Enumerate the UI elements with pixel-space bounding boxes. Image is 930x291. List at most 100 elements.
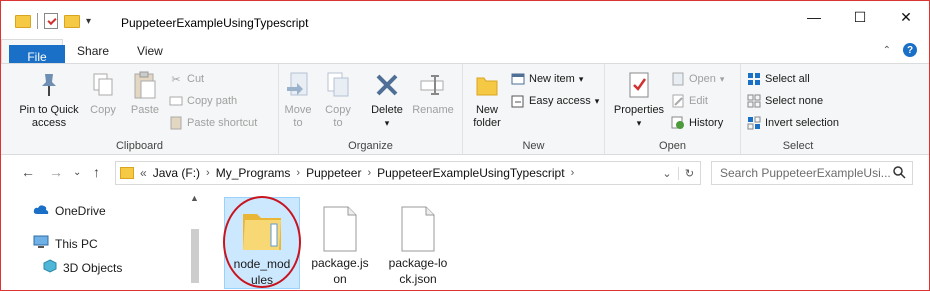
paste-icon [130, 70, 160, 100]
nav-item-label: 3D Objects [63, 260, 123, 275]
refresh-icon[interactable]: ↻ [678, 166, 700, 180]
invert-selection-label: Invert selection [765, 117, 839, 129]
help-icon[interactable]: ? [903, 43, 917, 57]
edit-label: Edit [689, 95, 708, 107]
select-group-label: Select [782, 140, 814, 152]
address-bar[interactable]: « Java (F:) › My_Programs › Puppeteer › … [115, 161, 701, 185]
clipboard-group: Pin to Quick access Copy Paste ✂ Cut Cop… [1, 64, 279, 155]
up-arrow-icon[interactable]: ↑ [93, 164, 100, 180]
open-group-label: Open [659, 140, 686, 152]
customize-qat-dropdown-icon[interactable]: ▾ [86, 16, 91, 27]
ribbon: Pin to Quick access Copy Paste ✂ Cut Cop… [1, 63, 929, 155]
file-name: package-lo [388, 256, 448, 270]
scroll-up-icon[interactable]: ▲ [190, 193, 199, 203]
scissors-icon: ✂ [171, 73, 181, 86]
rename-label: Rename [412, 104, 454, 116]
select-all-button[interactable]: Select all [747, 69, 810, 89]
select-none-button[interactable]: Select none [747, 91, 823, 111]
history-button[interactable]: History [671, 113, 723, 133]
history-icon [671, 116, 685, 130]
address-dropdown-icon[interactable]: ⌄ [656, 167, 678, 180]
pin-to-quick-access-button[interactable]: Pin to Quick access [13, 70, 85, 130]
easy-access-icon [511, 94, 525, 108]
properties-button[interactable]: Properties ▾ [611, 70, 667, 130]
open-button[interactable]: Open ▾ [671, 69, 724, 89]
new-folder-qat-icon[interactable] [64, 14, 80, 28]
delete-label: Delete [371, 104, 403, 116]
copy-to-icon [323, 70, 353, 100]
easy-access-button[interactable]: Easy access ▾ [511, 91, 599, 111]
chevron-up-icon[interactable]: ⌃ [883, 45, 891, 56]
copy-to-button[interactable]: Copy to [321, 70, 355, 130]
tab-view[interactable]: View [123, 39, 177, 63]
minimize-button[interactable]: — [791, 1, 837, 33]
nav-scrollbar[interactable]: ▲ [188, 191, 202, 290]
invert-selection-button[interactable]: Invert selection [747, 113, 839, 133]
new-folder-button[interactable]: New folder [467, 70, 507, 130]
search-input[interactable]: Search PuppeteerExampleUsi... [711, 161, 913, 185]
copy-path-icon [169, 94, 183, 108]
open-label: Open [689, 73, 716, 85]
breadcrumb-item[interactable]: PuppeteerExampleUsingTypescript [377, 166, 564, 180]
cloud-icon [33, 204, 49, 218]
title-bar: ▾ PuppeteerExampleUsingTypescript — ☐ ✕ [1, 1, 929, 39]
delete-button[interactable]: Delete ▾ [367, 70, 407, 130]
paste-shortcut-icon [169, 116, 183, 130]
file-item-package-lock-json[interactable]: package-lo ck.json [380, 197, 456, 287]
nav-item-this-pc[interactable]: This PC [33, 235, 98, 252]
file-item-package-json[interactable]: package.js on [302, 197, 378, 287]
paste-label: Paste [130, 104, 160, 116]
file-name: node_mod [233, 257, 291, 271]
select-none-label: Select none [765, 95, 824, 107]
select-all-label: Select all [765, 73, 810, 85]
file-name-line2: ck.json [399, 272, 437, 286]
paste-shortcut-button[interactable]: Paste shortcut [169, 113, 257, 133]
tab-share[interactable]: Share [63, 39, 123, 63]
chevron-right-icon[interactable]: › [367, 167, 371, 179]
easy-access-dropdown-icon: ▾ [594, 95, 600, 106]
cut-button[interactable]: ✂ Cut [169, 69, 204, 89]
nav-item-3d-objects[interactable]: 3D Objects [43, 259, 122, 276]
nav-item-onedrive[interactable]: OneDrive [33, 204, 106, 218]
move-to-button[interactable]: Move to [281, 70, 315, 130]
paste-shortcut-label: Paste shortcut [187, 117, 258, 129]
forward-arrow-icon[interactable]: → [49, 164, 63, 180]
window-title: PuppeteerExampleUsingTypescript [121, 16, 309, 30]
navigation-pane: OneDrive This PC 3D Objects [1, 191, 201, 290]
clipboard-group-label: Clipboard [115, 140, 164, 152]
search-icon[interactable] [892, 165, 906, 182]
recent-locations-dropdown-icon[interactable]: ⌄ [73, 167, 81, 178]
properties-label: Properties [613, 104, 665, 116]
back-arrow-icon[interactable]: ← [21, 164, 35, 180]
close-button[interactable]: ✕ [883, 1, 929, 33]
maximize-button[interactable]: ☐ [837, 1, 883, 33]
new-item-button[interactable]: New item ▾ [511, 69, 583, 89]
properties-icon [624, 70, 654, 100]
folder-icon [239, 198, 285, 254]
breadcrumb-item[interactable]: Java (F:) [153, 166, 200, 180]
chevron-right-icon[interactable]: › [206, 167, 210, 179]
edit-button[interactable]: Edit [671, 91, 708, 111]
rename-button[interactable]: Rename [411, 70, 455, 117]
new-item-dropdown-icon: ▾ [578, 73, 584, 84]
folder-icon [15, 14, 31, 28]
copy-path-button[interactable]: Copy path [169, 91, 237, 111]
select-group: Select all Select none Invert selection … [741, 64, 855, 155]
copy-path-label: Copy path [187, 95, 238, 107]
chevron-right-icon[interactable]: › [571, 167, 575, 179]
delete-x-icon [372, 70, 402, 100]
copy-button[interactable]: Copy [87, 70, 119, 117]
history-label: History [689, 117, 724, 129]
chevron-right-icon[interactable]: › [296, 167, 300, 179]
breadcrumb-item[interactable]: My_Programs [216, 166, 291, 180]
properties-qat-icon[interactable] [44, 13, 58, 29]
pin-icon [34, 70, 64, 100]
file-item-node-modules[interactable]: node_mod ules [224, 197, 300, 289]
quick-access-toolbar: ▾ [15, 13, 91, 29]
paste-button[interactable]: Paste [127, 70, 163, 117]
scrollbar-thumb[interactable] [191, 229, 199, 283]
overflow-crumb[interactable]: « [140, 166, 147, 180]
easy-access-label: Easy access [529, 95, 591, 107]
breadcrumb-item[interactable]: Puppeteer [306, 166, 361, 180]
organize-group: Move to Copy to Delete ▾ Rename Organize [279, 64, 463, 155]
